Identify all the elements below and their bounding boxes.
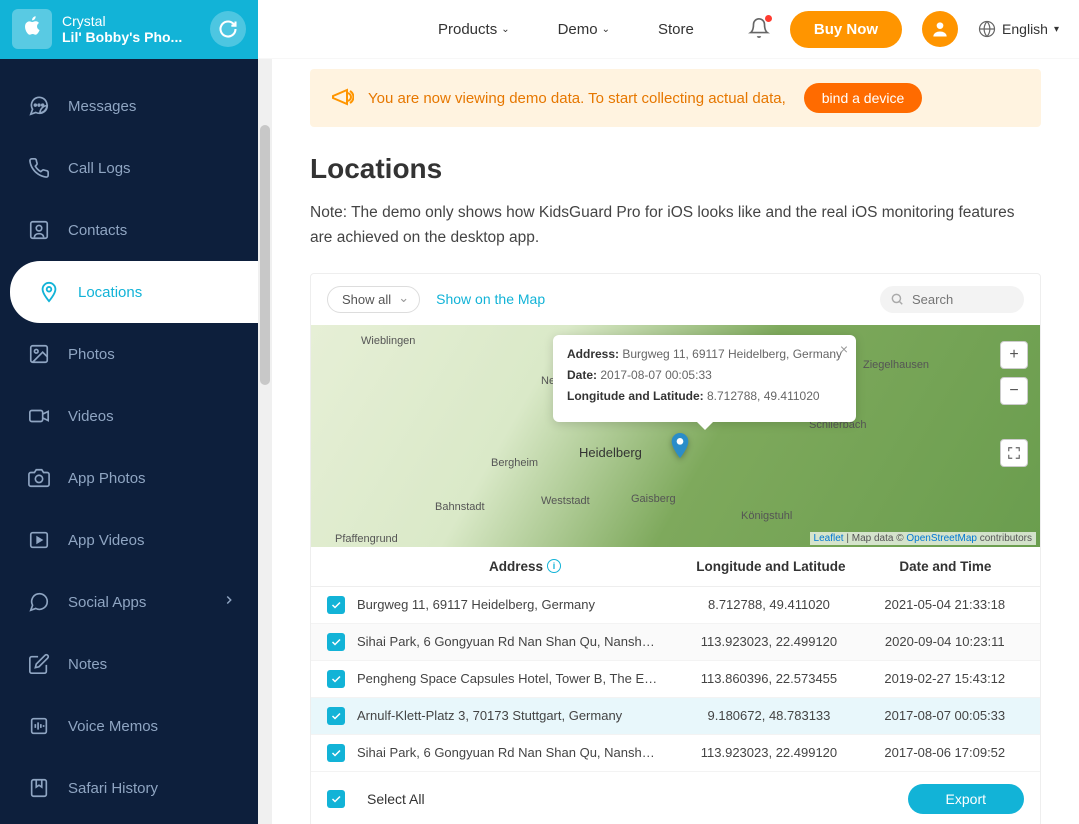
bookmark-icon — [28, 777, 50, 799]
language-selector[interactable]: English ▾ — [978, 20, 1059, 38]
camera-icon — [28, 467, 50, 489]
sidebar-item-locations[interactable]: Locations — [10, 261, 258, 323]
sidebar-item-voicememos[interactable]: Voice Memos — [0, 695, 258, 757]
show-on-map-link[interactable]: Show on the Map — [436, 291, 545, 307]
chevron-right-icon — [222, 593, 236, 611]
sidebar-item-contacts[interactable]: Contacts — [0, 199, 258, 261]
nav-products[interactable]: Products ⌄ — [438, 21, 510, 38]
chevron-down-icon: ⌄ — [501, 24, 509, 35]
device-selector[interactable]: Crystal Lil' Bobby's Pho... — [0, 0, 258, 59]
notification-dot — [765, 15, 772, 22]
zoom-in-button[interactable]: + — [1000, 341, 1028, 369]
page-title: Locations — [310, 153, 1041, 185]
sidebar-item-photos[interactable]: Photos — [0, 323, 258, 385]
voice-icon — [28, 715, 50, 737]
sidebar-item-appphotos[interactable]: App Photos — [0, 447, 258, 509]
device-name: Crystal — [62, 13, 210, 29]
locations-panel: Show all Show on the Map Wieblingen Neue… — [310, 273, 1041, 824]
videos-icon — [28, 405, 50, 427]
scrollbar[interactable] — [258, 59, 272, 824]
map-attribution: Leaflet | Map data © OpenStreetMap contr… — [810, 532, 1036, 545]
globe-icon — [978, 20, 996, 38]
sidebar-item-safarihistory[interactable]: Safari History — [0, 757, 258, 819]
zoom-out-button[interactable]: − — [1000, 377, 1028, 405]
map-popup: × Address: Burgweg 11, 69117 Heidelberg,… — [553, 335, 856, 422]
table-row[interactable]: Sihai Park, 6 Gongyuan Rd Nan Shan Qu, N… — [311, 624, 1040, 661]
demo-banner: You are now viewing demo data. To start … — [310, 69, 1041, 127]
table-row[interactable]: Pengheng Space Capsules Hotel, Tower B, … — [311, 661, 1040, 698]
location-icon — [38, 281, 60, 303]
table-row[interactable]: Arnulf-Klett-Platz 3, 70173 Stuttgart, G… — [311, 698, 1040, 735]
search-icon — [890, 292, 904, 309]
info-icon[interactable]: i — [547, 559, 561, 573]
messages-icon — [28, 95, 50, 117]
row-checkbox[interactable] — [327, 707, 345, 725]
table-header: Addressi Longitude and Latitude Date and… — [311, 547, 1040, 587]
notes-icon — [28, 653, 50, 675]
export-button[interactable]: Export — [908, 784, 1024, 814]
notifications-bell[interactable] — [748, 17, 770, 42]
user-avatar[interactable] — [922, 11, 958, 47]
refresh-button[interactable] — [210, 11, 246, 47]
apple-icon — [22, 15, 42, 43]
row-checkbox[interactable] — [327, 744, 345, 762]
sidebar-item-videos[interactable]: Videos — [0, 385, 258, 447]
chevron-down-icon: ⌄ — [602, 24, 610, 35]
nav-store[interactable]: Store — [658, 21, 694, 38]
contacts-icon — [28, 219, 50, 241]
device-subname: Lil' Bobby's Pho... — [62, 29, 210, 45]
select-all[interactable]: Select All — [327, 790, 425, 808]
map-pin[interactable] — [669, 433, 691, 463]
chat-icon — [28, 591, 50, 613]
sidebar-item-calllogs[interactable]: Call Logs — [0, 137, 258, 199]
table-row[interactable]: Sihai Park, 6 Gongyuan Rd Nan Shan Qu, N… — [311, 735, 1040, 772]
sidebar-item-appvideos[interactable]: App Videos — [0, 509, 258, 571]
phone-icon — [28, 157, 50, 179]
row-checkbox[interactable] — [327, 633, 345, 651]
filter-dropdown[interactable]: Show all — [327, 286, 420, 313]
table-row[interactable]: Burgweg 11, 69117 Heidelberg, Germany8.7… — [311, 587, 1040, 624]
buy-now-button[interactable]: Buy Now — [790, 11, 902, 48]
page-note: Note: The demo only shows how KidsGuard … — [310, 201, 1041, 251]
play-icon — [28, 529, 50, 551]
bind-device-button[interactable]: bind a device — [804, 83, 923, 113]
announce-icon — [330, 85, 354, 112]
photos-icon — [28, 343, 50, 365]
device-info: Crystal Lil' Bobby's Pho... — [62, 13, 210, 45]
select-all-checkbox[interactable] — [327, 790, 345, 808]
sidebar-item-messages[interactable]: Messages — [0, 75, 258, 137]
sidebar: Messages Call Logs Contacts Locations Ph… — [0, 59, 258, 824]
map-view[interactable]: Wieblingen Neuenheim Heidelberg Bergheim… — [311, 325, 1040, 547]
sidebar-item-notes[interactable]: Notes — [0, 633, 258, 695]
sidebar-item-socialapps[interactable]: Social Apps — [0, 571, 258, 633]
fullscreen-button[interactable] — [1000, 439, 1028, 467]
caret-down-icon: ▾ — [1054, 24, 1059, 35]
row-checkbox[interactable] — [327, 596, 345, 614]
nav-demo[interactable]: Demo ⌄ — [558, 21, 610, 38]
popup-close[interactable]: × — [840, 341, 848, 357]
row-checkbox[interactable] — [327, 670, 345, 688]
apple-icon-box — [12, 9, 52, 49]
